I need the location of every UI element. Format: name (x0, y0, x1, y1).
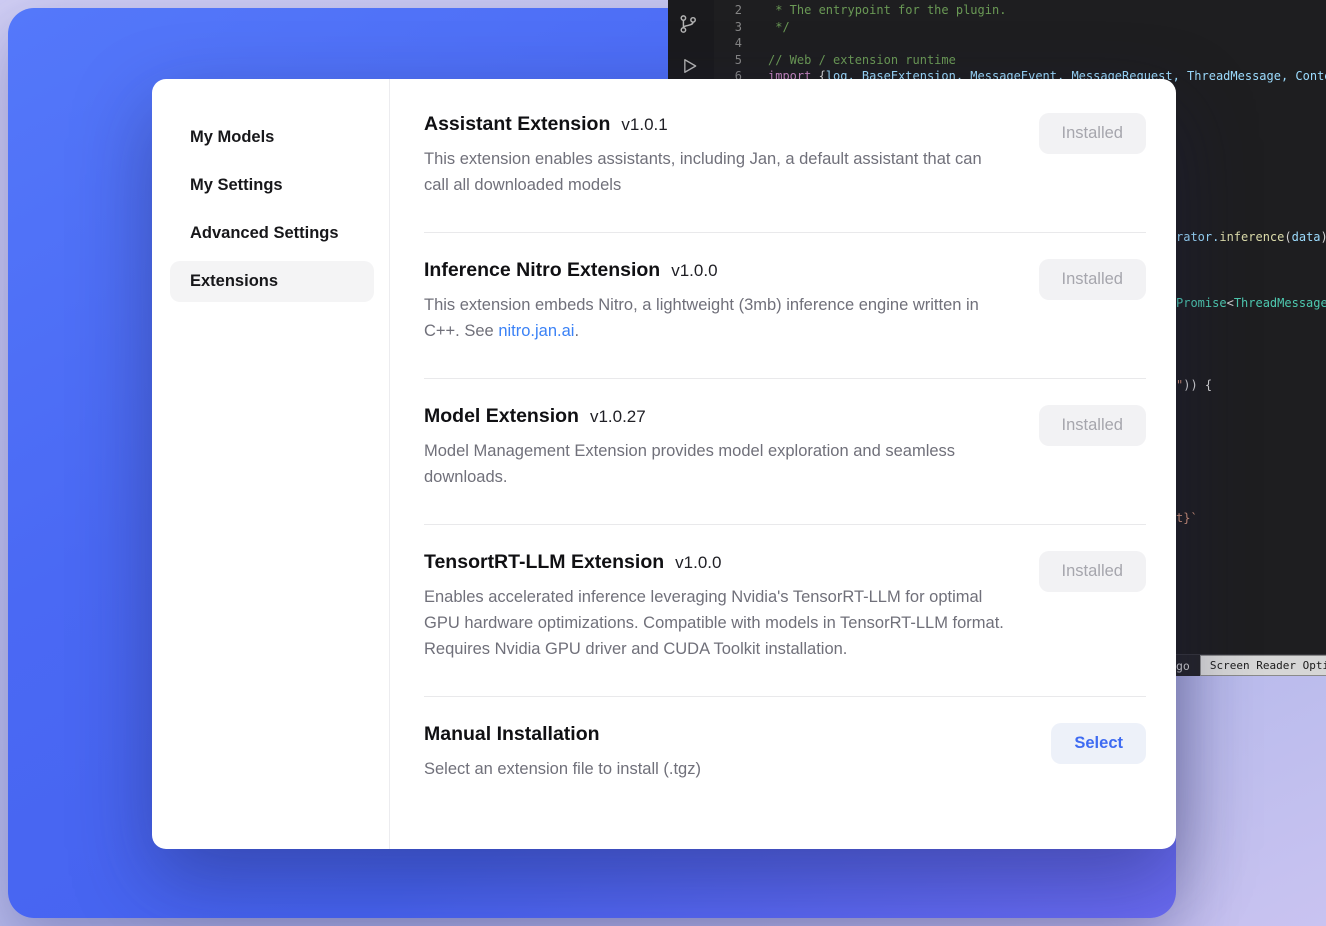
sidebar-item-my-models[interactable]: My Models (170, 117, 374, 158)
sidebar-nav: My Models My Settings Advanced Settings … (152, 117, 389, 302)
screen-reader-status-chip[interactable]: Screen Reader Optimized (1200, 655, 1326, 676)
line-number: 2 (724, 2, 742, 19)
manual-installation-description: Select an extension file to install (.tg… (424, 756, 701, 782)
line-number: 4 (724, 35, 742, 52)
sidebar-item-advanced-settings[interactable]: Advanced Settings (170, 213, 374, 254)
extension-title: Model Extension (424, 405, 579, 428)
extensions-panel: Assistant Extension v1.0.1 This extensio… (390, 79, 1176, 849)
extension-row-tensorrt: TensortRT-LLM Extension v1.0.0 Enables a… (424, 525, 1146, 697)
installed-button[interactable]: Installed (1039, 113, 1146, 154)
extension-info: Model Extension v1.0.27 Model Management… (424, 405, 1009, 490)
code-line: 4 (724, 35, 1326, 52)
extension-title: TensortRT-LLM Extension (424, 551, 664, 574)
code-area: 2 * The entrypoint for the plugin. 3 */ … (724, 2, 1326, 85)
code-text: Promise (1176, 296, 1227, 310)
description-text: . (574, 322, 579, 340)
extension-info: TensortRT-LLM Extension v1.0.0 Enables a… (424, 551, 1009, 662)
code-text: data (1292, 230, 1321, 244)
installed-button[interactable]: Installed (1039, 405, 1146, 446)
installed-button[interactable]: Installed (1039, 551, 1146, 592)
code-text: * The entrypoint for the plugin. (768, 2, 1006, 19)
code-text: */ (768, 19, 790, 36)
code-line: 5 // Web / extension runtime (724, 52, 1326, 69)
manual-installation-row: Manual Installation Select an extension … (424, 697, 1146, 782)
extension-description: Model Management Extension provides mode… (424, 438, 1009, 490)
extension-version: v1.0.27 (590, 407, 646, 427)
extension-title: Inference Nitro Extension (424, 259, 660, 282)
settings-modal: My Models My Settings Advanced Settings … (152, 79, 1176, 849)
code-text: inference (1219, 230, 1284, 244)
extension-description: This extension enables assistants, inclu… (424, 146, 1009, 198)
extension-info: Assistant Extension v1.0.1 This extensio… (424, 113, 1009, 198)
code-fragment: Promise<ThreadMessage> (1176, 296, 1326, 310)
sidebar-item-my-settings[interactable]: My Settings (170, 165, 374, 206)
source-control-icon[interactable] (677, 13, 699, 39)
code-fragment: rator.inference(data)); (1176, 230, 1326, 244)
code-fragment: t}` (1176, 511, 1198, 525)
line-number: 5 (724, 52, 742, 69)
extension-row-nitro: Inference Nitro Extension v1.0.0 This ex… (424, 233, 1146, 379)
extension-header: Assistant Extension v1.0.1 (424, 113, 1009, 136)
code-text: // Web / extension runtime (768, 52, 956, 69)
extension-row-model: Model Extension v1.0.27 Model Management… (424, 379, 1146, 525)
run-debug-icon[interactable] (679, 56, 699, 80)
code-text: t}` (1176, 511, 1198, 525)
code-text: rator. (1176, 230, 1219, 244)
extension-info: Manual Installation Select an extension … (424, 723, 701, 782)
installed-button[interactable]: Installed (1039, 259, 1146, 300)
extension-header: Inference Nitro Extension v1.0.0 (424, 259, 1009, 282)
extension-header: Model Extension v1.0.27 (424, 405, 1009, 428)
code-text: )) { (1183, 378, 1212, 392)
code-line: 2 * The entrypoint for the plugin. (724, 2, 1326, 19)
select-file-button[interactable]: Select (1051, 723, 1146, 764)
extension-row-assistant: Assistant Extension v1.0.1 This extensio… (424, 95, 1146, 233)
code-text: )); (1321, 230, 1326, 244)
line-number: 3 (724, 19, 742, 36)
extension-info: Inference Nitro Extension v1.0.0 This ex… (424, 259, 1009, 344)
extension-title: Assistant Extension (424, 113, 610, 136)
extension-header: TensortRT-LLM Extension v1.0.0 (424, 551, 1009, 574)
extension-version: v1.0.1 (621, 115, 667, 135)
settings-sidebar: My Models My Settings Advanced Settings … (152, 79, 390, 849)
code-text: ThreadMessage (1234, 296, 1326, 310)
sidebar-item-extensions[interactable]: Extensions (170, 261, 374, 302)
extension-version: v1.0.0 (671, 261, 717, 281)
code-text: ( (1284, 230, 1291, 244)
extension-header: Manual Installation (424, 723, 701, 746)
code-text: < (1227, 296, 1234, 310)
extension-version: v1.0.0 (675, 553, 721, 573)
extension-description: Enables accelerated inference leveraging… (424, 584, 1009, 662)
code-line: 3 */ (724, 19, 1326, 36)
extension-description: This extension embeds Nitro, a lightweig… (424, 292, 1009, 344)
nitro-jan-ai-link[interactable]: nitro.jan.ai (498, 322, 574, 340)
status-text: go (1176, 659, 1190, 673)
code-fragment: ")) { (1176, 378, 1212, 392)
manual-installation-title: Manual Installation (424, 723, 600, 746)
